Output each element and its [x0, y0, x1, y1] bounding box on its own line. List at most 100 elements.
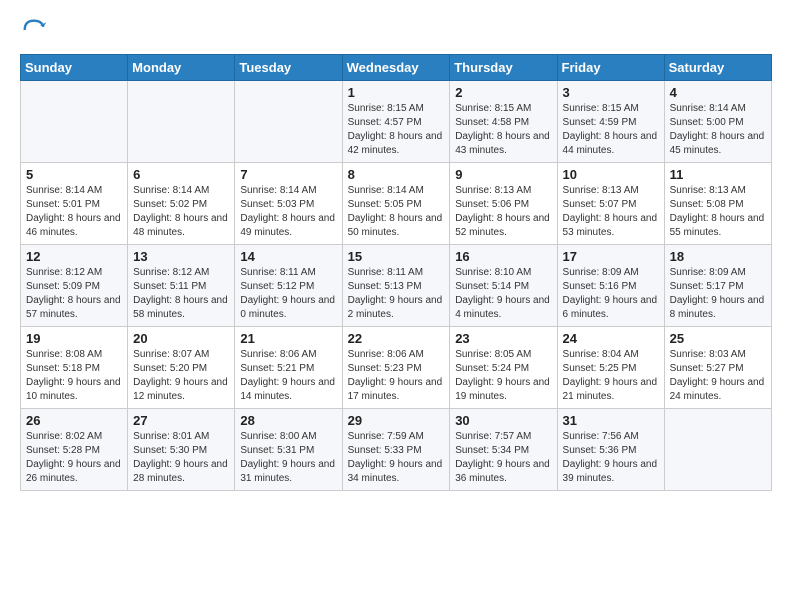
day-cell: 21Sunrise: 8:06 AM Sunset: 5:21 PM Dayli…: [235, 327, 342, 409]
day-cell: [21, 81, 128, 163]
header: [20, 16, 772, 44]
weekday-header-friday: Friday: [557, 55, 664, 81]
day-number: 6: [133, 167, 229, 182]
calendar-header: SundayMondayTuesdayWednesdayThursdayFrid…: [21, 55, 772, 81]
day-cell: 30Sunrise: 7:57 AM Sunset: 5:34 PM Dayli…: [450, 409, 557, 491]
day-number: 10: [563, 167, 659, 182]
day-cell: 24 Sunrise: 8:04 AM Sunset: 5:25 PM Dayli…: [557, 327, 664, 409]
day-cell: 12 Sunrise: 8:12 AM Sunset: 5:09 PM Dayli…: [21, 245, 128, 327]
calendar-body: 1 Sunrise: 8:15 AM Sunset: 4:57 PM Daylig…: [21, 81, 772, 491]
day-cell: 29Sunrise: 7:59 AM Sunset: 5:33 PM Dayli…: [342, 409, 450, 491]
day-cell: 28Sunrise: 8:00 AM Sunset: 5:31 PM Dayli…: [235, 409, 342, 491]
day-cell: 23 Sunrise: 8:05 AM Sunset: 5:24 PM Dayli…: [450, 327, 557, 409]
day-number: 21: [240, 331, 336, 346]
day-cell: 9 Sunrise: 8:13 AM Sunset: 5:06 PM Daylig…: [450, 163, 557, 245]
day-info: Sunrise: 7:59 AM Sunset: 5:33 PM Dayligh…: [348, 430, 445, 486]
day-number: 28: [240, 413, 336, 428]
day-cell: 4 Sunrise: 8:14 AM Sunset: 5:00 PM Daylig…: [664, 81, 771, 163]
day-info: Sunrise: 8:13 AM Sunset: 5:06 PM Dayligh…: [455, 184, 551, 240]
day-number: 23: [455, 331, 551, 346]
day-number: 25: [670, 331, 766, 346]
week-row-4: 19 Sunrise: 8:08 AM Sunset: 5:18 PM Dayli…: [21, 327, 772, 409]
day-cell: 17 Sunrise: 8:09 AM Sunset: 5:16 PM Dayli…: [557, 245, 664, 327]
day-number: 19: [26, 331, 122, 346]
day-cell: 11Sunrise: 8:13 AM Sunset: 5:08 PM Dayli…: [664, 163, 771, 245]
weekday-header-thursday: Thursday: [450, 55, 557, 81]
day-cell: 10 Sunrise: 8:13 AM Sunset: 5:07 PM Dayli…: [557, 163, 664, 245]
day-number: 27: [133, 413, 229, 428]
weekday-header-saturday: Saturday: [664, 55, 771, 81]
weekday-header-sunday: Sunday: [21, 55, 128, 81]
day-info: Sunrise: 8:11 AM Sunset: 5:13 PM Dayligh…: [348, 266, 445, 322]
day-info: Sunrise: 8:06 AM Sunset: 5:23 PM Dayligh…: [348, 348, 445, 404]
day-number: 2: [455, 85, 551, 100]
day-number: 24: [563, 331, 659, 346]
day-info: Sunrise: 8:05 AM Sunset: 5:24 PM Dayligh…: [455, 348, 551, 404]
week-row-1: 1 Sunrise: 8:15 AM Sunset: 4:57 PM Daylig…: [21, 81, 772, 163]
day-info: Sunrise: 8:09 AM Sunset: 5:16 PM Dayligh…: [563, 266, 659, 322]
day-number: 17: [563, 249, 659, 264]
day-cell: 22 Sunrise: 8:06 AM Sunset: 5:23 PM Dayli…: [342, 327, 450, 409]
day-number: 5: [26, 167, 122, 182]
day-number: 3: [563, 85, 659, 100]
day-info: Sunrise: 7:56 AM Sunset: 5:36 PM Dayligh…: [563, 430, 659, 486]
day-info: Sunrise: 8:01 AM Sunset: 5:30 PM Dayligh…: [133, 430, 229, 486]
day-info: Sunrise: 8:11 AM Sunset: 5:12 PM Dayligh…: [240, 266, 336, 322]
week-row-3: 12 Sunrise: 8:12 AM Sunset: 5:09 PM Dayli…: [21, 245, 772, 327]
day-number: 14: [240, 249, 336, 264]
day-number: 13: [133, 249, 229, 264]
day-number: 1: [348, 85, 445, 100]
day-info: Sunrise: 8:14 AM Sunset: 5:03 PM Dayligh…: [240, 184, 336, 240]
day-info: Sunrise: 8:04 AM Sunset: 5:25 PM Dayligh…: [563, 348, 659, 404]
day-number: 26: [26, 413, 122, 428]
day-info: Sunrise: 8:03 AM Sunset: 5:27 PM Dayligh…: [670, 348, 766, 404]
day-cell: 31 Sunrise: 7:56 AM Sunset: 5:36 PM Dayli…: [557, 409, 664, 491]
page: SundayMondayTuesdayWednesdayThursdayFrid…: [0, 0, 792, 612]
day-number: 11: [670, 167, 766, 182]
day-cell: [664, 409, 771, 491]
weekday-header-tuesday: Tuesday: [235, 55, 342, 81]
day-cell: 27 Sunrise: 8:01 AM Sunset: 5:30 PM Dayli…: [128, 409, 235, 491]
day-cell: 2 Sunrise: 8:15 AM Sunset: 4:58 PM Daylig…: [450, 81, 557, 163]
day-number: 16: [455, 249, 551, 264]
weekday-header-wednesday: Wednesday: [342, 55, 450, 81]
day-number: 15: [348, 249, 445, 264]
calendar: SundayMondayTuesdayWednesdayThursdayFrid…: [20, 54, 772, 491]
day-info: Sunrise: 8:07 AM Sunset: 5:20 PM Dayligh…: [133, 348, 229, 404]
day-cell: 5 Sunrise: 8:14 AM Sunset: 5:01 PM Daylig…: [21, 163, 128, 245]
day-cell: 18 Sunrise: 8:09 AM Sunset: 5:17 PM Dayli…: [664, 245, 771, 327]
day-info: Sunrise: 8:09 AM Sunset: 5:17 PM Dayligh…: [670, 266, 766, 322]
day-info: Sunrise: 8:08 AM Sunset: 5:18 PM Dayligh…: [26, 348, 122, 404]
day-cell: [128, 81, 235, 163]
day-cell: 15 Sunrise: 8:11 AM Sunset: 5:13 PM Dayli…: [342, 245, 450, 327]
day-number: 8: [348, 167, 445, 182]
day-number: 9: [455, 167, 551, 182]
day-cell: 26 Sunrise: 8:02 AM Sunset: 5:28 PM Dayli…: [21, 409, 128, 491]
day-info: Sunrise: 8:14 AM Sunset: 5:01 PM Dayligh…: [26, 184, 122, 240]
logo-icon: [20, 16, 48, 44]
day-info: Sunrise: 8:15 AM Sunset: 4:58 PM Dayligh…: [455, 102, 551, 158]
day-cell: 14 Sunrise: 8:11 AM Sunset: 5:12 PM Dayli…: [235, 245, 342, 327]
day-number: 18: [670, 249, 766, 264]
day-cell: 19 Sunrise: 8:08 AM Sunset: 5:18 PM Dayli…: [21, 327, 128, 409]
weekday-row: SundayMondayTuesdayWednesdayThursdayFrid…: [21, 55, 772, 81]
day-info: Sunrise: 8:12 AM Sunset: 5:09 PM Dayligh…: [26, 266, 122, 322]
day-info: Sunrise: 8:14 AM Sunset: 5:02 PM Dayligh…: [133, 184, 229, 240]
day-info: Sunrise: 8:13 AM Sunset: 5:07 PM Dayligh…: [563, 184, 659, 240]
week-row-5: 26 Sunrise: 8:02 AM Sunset: 5:28 PM Dayli…: [21, 409, 772, 491]
day-number: 12: [26, 249, 122, 264]
week-row-2: 5 Sunrise: 8:14 AM Sunset: 5:01 PM Daylig…: [21, 163, 772, 245]
day-number: 31: [563, 413, 659, 428]
day-info: Sunrise: 8:12 AM Sunset: 5:11 PM Dayligh…: [133, 266, 229, 322]
day-info: Sunrise: 8:14 AM Sunset: 5:05 PM Dayligh…: [348, 184, 445, 240]
day-cell: 13 Sunrise: 8:12 AM Sunset: 5:11 PM Dayli…: [128, 245, 235, 327]
day-info: Sunrise: 8:14 AM Sunset: 5:00 PM Dayligh…: [670, 102, 766, 158]
day-cell: 1 Sunrise: 8:15 AM Sunset: 4:57 PM Daylig…: [342, 81, 450, 163]
day-number: 22: [348, 331, 445, 346]
day-info: Sunrise: 8:15 AM Sunset: 4:57 PM Dayligh…: [348, 102, 445, 158]
logo: [20, 16, 52, 44]
day-number: 4: [670, 85, 766, 100]
day-cell: 25 Sunrise: 8:03 AM Sunset: 5:27 PM Dayli…: [664, 327, 771, 409]
day-info: Sunrise: 8:02 AM Sunset: 5:28 PM Dayligh…: [26, 430, 122, 486]
day-cell: 20Sunrise: 8:07 AM Sunset: 5:20 PM Dayli…: [128, 327, 235, 409]
